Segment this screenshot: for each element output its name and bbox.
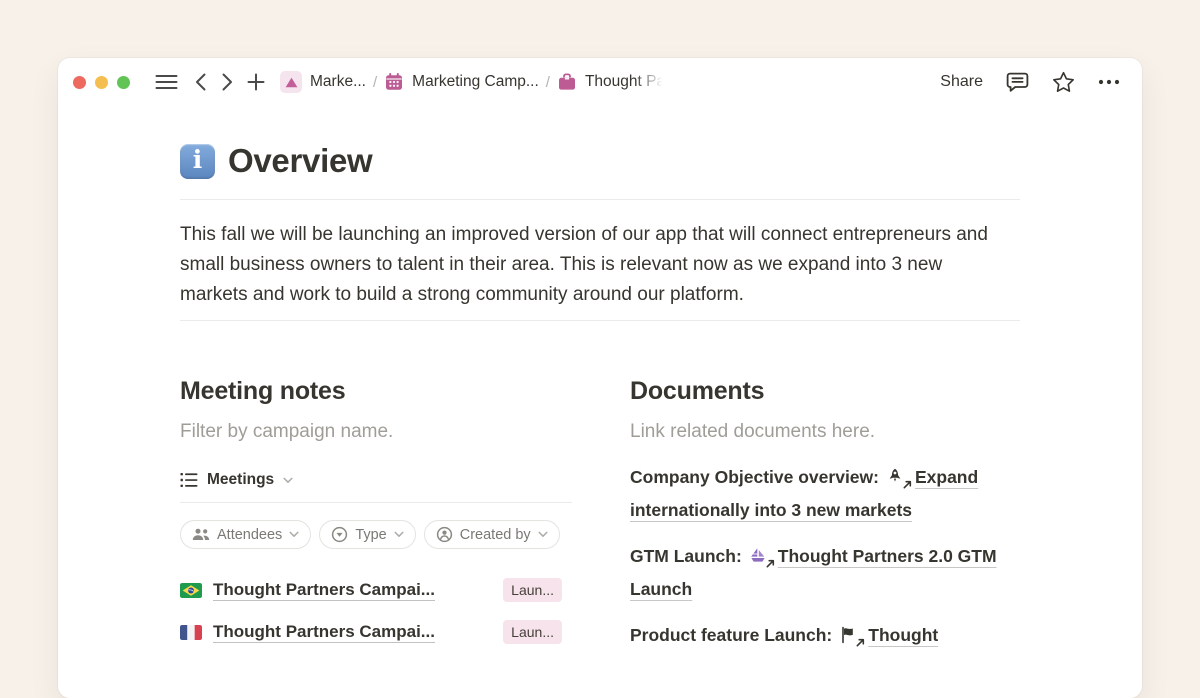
document-label: Company Objective overview: [630,467,879,487]
france-flag-icon [180,625,202,640]
breadcrumb-separator [373,74,377,91]
black-flag-icon [839,626,859,644]
documents-column: Documents Link related documents here. C… [630,377,1020,665]
link-arrow-icon [856,638,865,647]
zoom-window-button[interactable] [117,76,130,89]
documents-heading: Documents [630,377,1020,406]
meeting-notes-column: Meeting notes Filter by campaign name. M… [180,377,572,665]
database-view-selector[interactable]: Meetings [180,471,572,503]
topbar-actions: Share [940,71,1120,93]
close-window-button[interactable] [73,76,86,89]
link-arrow-icon [766,559,775,568]
sailboat-icon [749,547,769,565]
minimize-window-button[interactable] [95,76,108,89]
divider [180,320,1020,321]
more-options-icon[interactable] [1098,79,1120,85]
row-title: Thought Partners Campai... [213,580,435,600]
list-view-icon [180,472,198,488]
filter-chip-label: Created by [460,527,531,543]
briefcase-page-icon [557,72,577,92]
link-arrow-icon [903,480,912,489]
breadcrumb-item-campaigns[interactable]: Marketing Camp... [384,72,539,92]
sidebar-toggle-icon[interactable] [155,73,178,91]
page-title: Overview [228,142,372,180]
intro-paragraph: This fall we will be launching an improv… [180,220,1008,310]
meeting-notes-subtitle: Filter by campaign name. [180,421,572,443]
status-tag: Laun... [503,578,562,602]
breadcrumb-label: Thought Pa [585,73,665,91]
comments-icon[interactable] [1006,72,1029,93]
filter-created-by-chip[interactable]: Created by [424,520,560,549]
filter-type-chip[interactable]: Type [319,520,415,549]
filter-chip-label: Type [355,527,386,543]
document-item: Company Objective overview: Expand inter… [630,461,1020,527]
page-content: Overview This fall we will be launching … [180,106,1020,665]
chevron-down-icon [394,531,404,538]
document-item: Product feature Launch: Thought [630,619,1020,652]
share-button[interactable]: Share [940,73,983,91]
chevron-down-icon [538,531,548,538]
triangle-page-icon [280,71,302,93]
filter-chip-label: Attendees [217,527,282,543]
person-icon [436,526,453,543]
view-name: Meetings [207,471,274,489]
favorite-star-icon[interactable] [1052,71,1075,93]
breadcrumb: Marke... Marketing Camp [280,71,665,93]
page-title-row: Overview [180,140,1020,182]
meeting-notes-heading: Meeting notes [180,377,572,406]
document-label: Product feature Launch: [630,625,832,645]
information-emoji-icon [180,144,215,179]
meetings-list: Thought Partners Campai... Laun... [180,575,572,647]
people-icon [192,528,210,541]
document-link[interactable]: Thought [868,625,938,645]
breadcrumb-separator [546,74,550,91]
breadcrumb-item-workspace[interactable]: Marke... [280,71,366,93]
brazil-flag-icon [180,583,202,598]
new-page-icon[interactable] [247,73,265,91]
documents-subtitle: Link related documents here. [630,421,1020,443]
window-topbar: Marke... Marketing Camp [58,58,1142,106]
chevron-down-icon [289,531,299,538]
breadcrumb-label: Marke... [310,73,366,91]
app-window: Marke... Marketing Camp [58,58,1142,698]
table-row[interactable]: Thought Partners Campai... Laun... [180,575,572,605]
rocket-icon [886,468,906,486]
breadcrumb-item-current-page[interactable]: Thought Pa [557,72,665,92]
select-icon [331,526,348,543]
filter-chips-row: Attendees Type [180,520,572,549]
calendar-page-icon [384,72,404,92]
documents-list: Company Objective overview: Expand inter… [630,461,1020,652]
document-item: GTM Launch: Thought Partners 2.0 GTM Lau… [630,540,1020,606]
status-tag: Laun... [503,620,562,644]
document-label: GTM Launch: [630,546,742,566]
table-row[interactable]: Thought Partners Campai... Laun... [180,617,572,647]
back-icon[interactable] [195,73,206,91]
breadcrumb-label: Marketing Camp... [412,73,539,91]
chevron-down-icon [283,477,293,484]
two-column-layout: Meeting notes Filter by campaign name. M… [180,377,1020,665]
filter-attendees-chip[interactable]: Attendees [180,520,311,549]
row-title: Thought Partners Campai... [213,622,435,642]
traffic-lights [73,76,130,89]
forward-icon[interactable] [222,73,233,91]
divider [180,199,1020,200]
